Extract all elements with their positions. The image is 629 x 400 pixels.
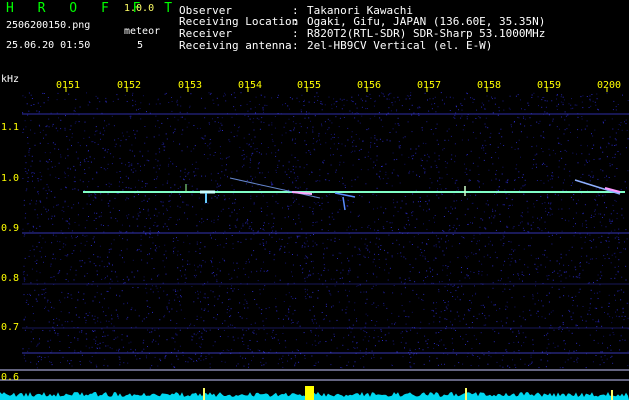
- frequency-tick-label: 0.9: [1, 223, 20, 234]
- info-value-antenna: 2el-HB9CV Vertical (el. E-W): [307, 39, 493, 52]
- frequency-tick-label: 0.7: [1, 322, 20, 333]
- frequency-tick-label: 1.1: [1, 122, 20, 133]
- baseline-spike: [305, 386, 314, 400]
- info-separator: :: [292, 39, 299, 52]
- spectrogram-plot: [0, 88, 629, 400]
- baseline-spike: [611, 390, 613, 400]
- file-name: 2506200150.png: [6, 20, 91, 31]
- frequency-unit-label: kHz: [1, 74, 20, 85]
- baseline-spike: [203, 388, 205, 400]
- frequency-tick-label: 0.6: [1, 372, 20, 383]
- meteor-label: meteor: [124, 26, 161, 37]
- frequency-tick-label: 0.8: [1, 273, 20, 284]
- info-label-antenna: Receiving antenna: [179, 39, 292, 52]
- baseline-spike: [465, 388, 467, 400]
- frequency-tick-label: 1.0: [1, 173, 20, 184]
- date-time: 25.06.20 01:50: [6, 40, 91, 51]
- app-version: 1.0.0: [124, 3, 155, 14]
- meteor-count: 5: [137, 40, 144, 51]
